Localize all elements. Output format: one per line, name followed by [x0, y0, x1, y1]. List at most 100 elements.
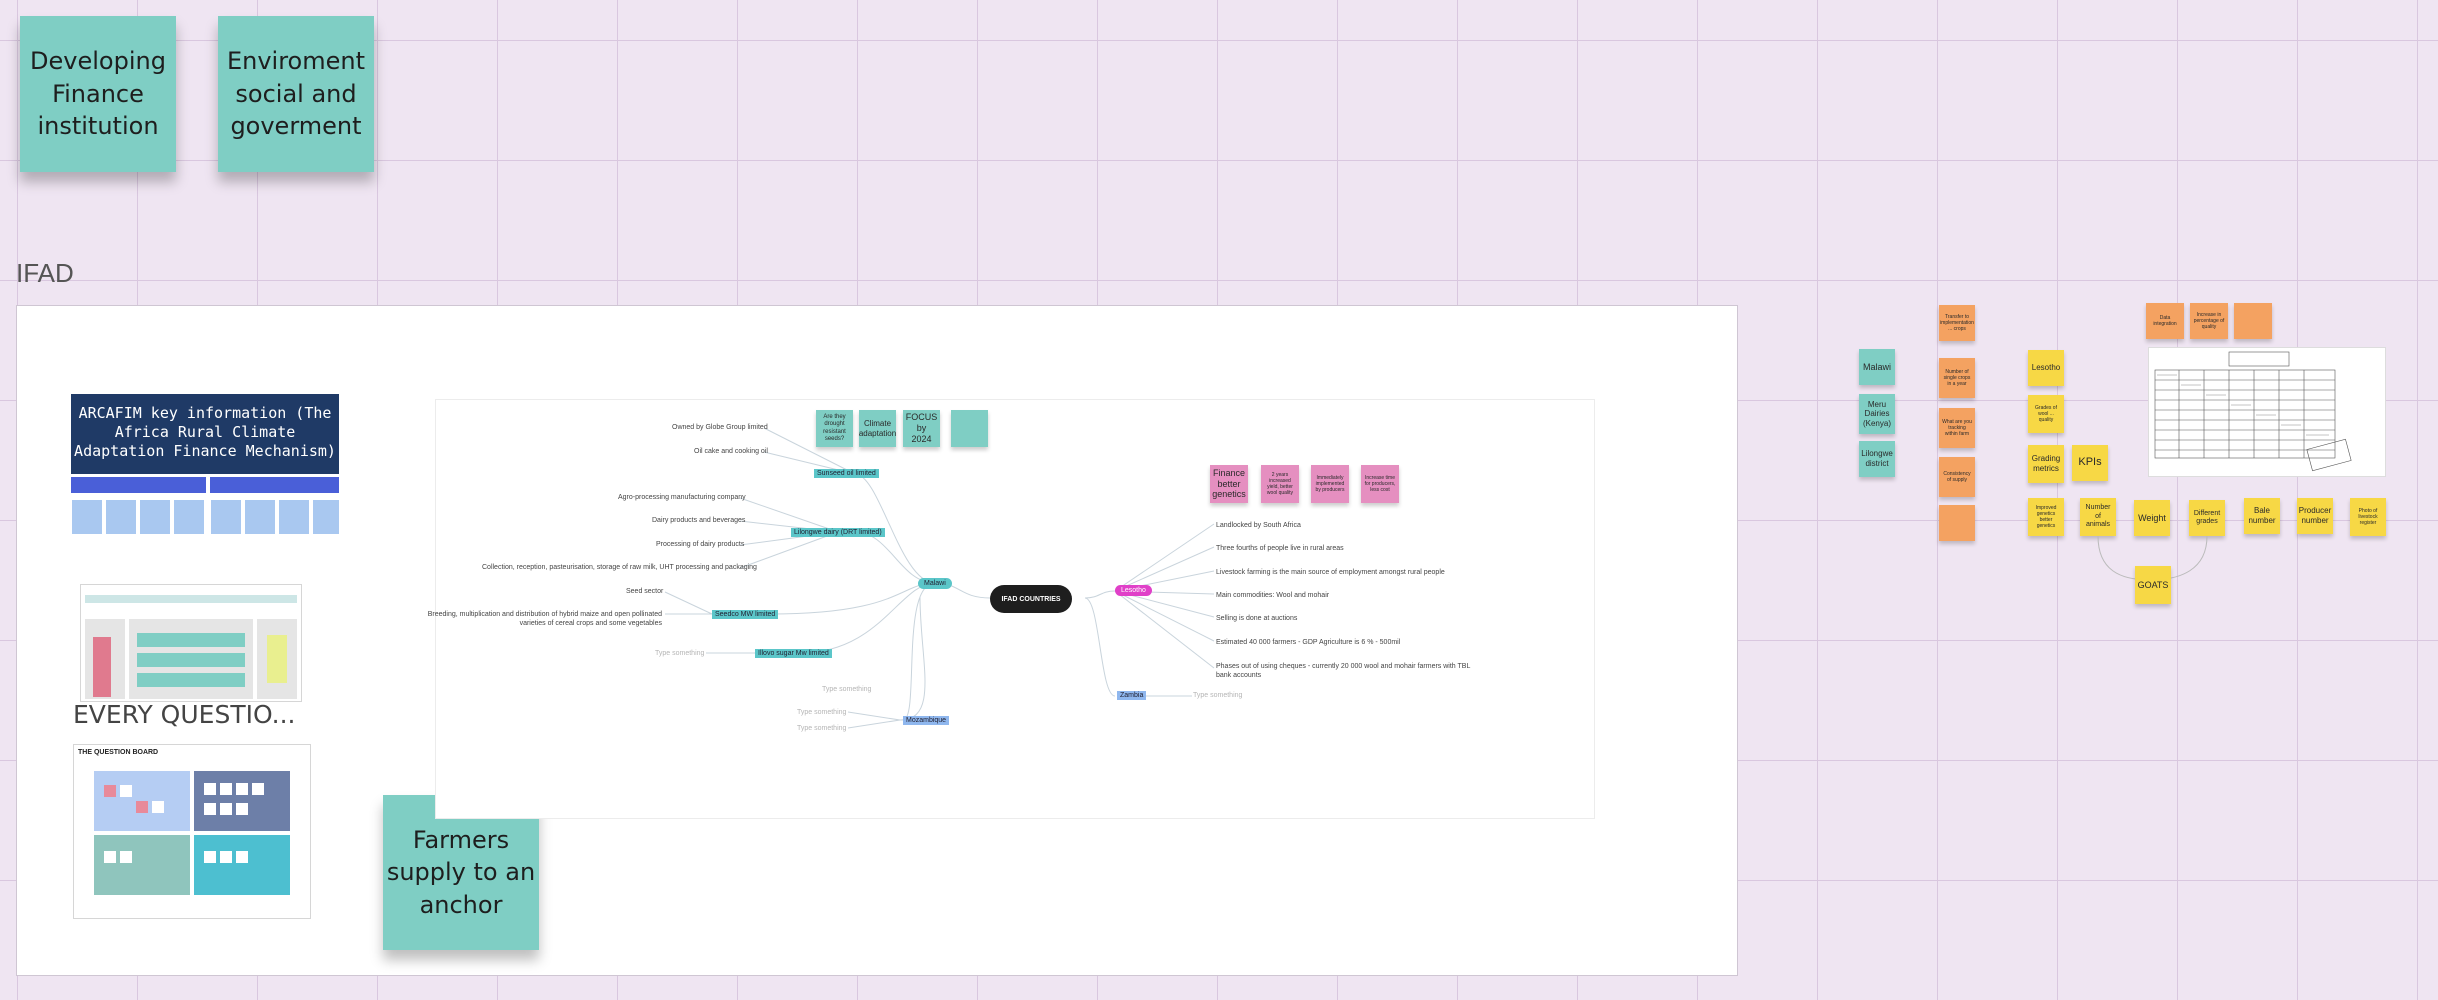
lesotho-leaf[interactable]: Livestock farming is the main source of … [1216, 569, 1445, 576]
note-yellow[interactable]: Grading metrics [2028, 445, 2064, 483]
branch-mozambique[interactable]: Mozambique [903, 716, 950, 725]
leaf-dairy[interactable]: Dairy products and beverages [652, 517, 745, 524]
leaf-agro[interactable]: Agro-processing manufacturing company [618, 494, 746, 501]
branch-lesotho[interactable]: Lesotho [1115, 585, 1152, 596]
note-teal-right[interactable]: Lilongwe district [1859, 441, 1895, 477]
qb-note [104, 851, 116, 863]
arcafim-box [140, 500, 170, 534]
sub-illovo[interactable]: Illovo sugar Mw limited [755, 649, 832, 658]
note-yellow[interactable]: Grades of wool ... quality [2028, 395, 2064, 433]
qb-note [104, 785, 116, 797]
note-pink[interactable]: Increase time for producers, less cost [1361, 465, 1399, 503]
qb-note [204, 783, 216, 795]
branch-malawi[interactable]: Malawi [918, 578, 952, 589]
arcafim-box [174, 500, 204, 534]
thumb-teal-card [137, 673, 245, 687]
placeholder-text[interactable]: Type something [822, 686, 871, 693]
sub-lilongwe[interactable]: Lilongwe dairy (DRT limited) [791, 528, 885, 537]
qb-note [204, 851, 216, 863]
qb-note [136, 801, 148, 813]
register-table-drawing [2154, 351, 2352, 472]
note-teal-right[interactable]: Malawi [1859, 349, 1895, 385]
sticky-developing-finance[interactable]: Developing Finance institution [20, 16, 176, 172]
note-orange[interactable]: What are you tracking within farm [1939, 408, 1975, 448]
scanned-register-image[interactable] [2148, 347, 2386, 477]
note-top-orange[interactable]: Increase in percentage of quality [2190, 303, 2228, 339]
qb-note [220, 783, 232, 795]
note-teal[interactable]: FOCUS by 2024 [903, 410, 940, 447]
note-kpi-row[interactable]: Improved genetics better genetics [2028, 498, 2064, 536]
qb-note [220, 803, 232, 815]
arcafim-box [313, 500, 339, 534]
arcafim-box [72, 500, 102, 534]
mindmap-center-text: IFAD COUNTRIES [1001, 595, 1061, 603]
note-kpi-row[interactable]: Different grades [2189, 500, 2225, 536]
arcafim-box [279, 500, 309, 534]
thumb-yellow-card [267, 635, 287, 683]
leaf-oilcake[interactable]: Oil cake and cooking oil [694, 448, 768, 455]
qb-quadrant-green [94, 835, 190, 895]
board-thumbnail[interactable] [80, 584, 302, 702]
thumb-header [85, 595, 297, 603]
qb-note [152, 801, 164, 813]
note-kpi-row[interactable]: Producer number [2297, 498, 2333, 534]
note-pink[interactable]: Immediately implemented by producers [1311, 465, 1349, 503]
note-kpi-row[interactable]: Number of animals [2080, 498, 2116, 536]
arcafim-card[interactable]: ARCAFIM key information (The Africa Rura… [71, 394, 339, 474]
note-teal-right[interactable]: Meru Dairies (Kenya) [1859, 394, 1895, 434]
arcafim-box [211, 500, 241, 534]
qb-quadrant-cyan [194, 835, 290, 895]
note-kpi-row[interactable]: Weight [2134, 500, 2170, 536]
note-orange[interactable] [1939, 505, 1975, 541]
note-orange[interactable]: Number of single crops in a year [1939, 358, 1975, 398]
frame-title[interactable]: IFAD [16, 258, 74, 289]
qb-note [236, 803, 248, 815]
note-teal[interactable]: Climate adaptation [859, 410, 896, 447]
branch-zambia[interactable]: Zambia [1117, 691, 1147, 700]
note-kpis[interactable]: KPIs [2072, 445, 2108, 481]
every-question-label[interactable]: EVERY QUESTIO... [73, 700, 295, 729]
qb-note [120, 785, 132, 797]
lesotho-leaf[interactable]: Main commodities: Wool and mohair [1216, 592, 1329, 599]
note-orange[interactable]: Transfer to implementation ... crops [1939, 305, 1975, 341]
note-top-orange[interactable] [2234, 303, 2272, 339]
note-teal[interactable] [951, 410, 988, 447]
thumb-teal-card [137, 653, 245, 667]
leaf-seed[interactable]: Seed sector [626, 588, 663, 595]
leaf-owned[interactable]: Owned by Globe Group limited [672, 424, 768, 431]
arcafim-box [245, 500, 275, 534]
note-top-orange[interactable]: Data integration [2146, 303, 2184, 339]
placeholder-text[interactable]: Type something [797, 725, 846, 732]
note-goats[interactable]: GOATS [2135, 566, 2171, 604]
note-teal[interactable]: Are they drought resistant seeds? [816, 410, 853, 447]
leaf-collection[interactable]: Collection, reception, pasteurisation, s… [482, 564, 757, 571]
arcafim-bar-left [71, 477, 206, 493]
qb-note [120, 851, 132, 863]
arcafim-title: ARCAFIM key information (The Africa Rura… [74, 404, 336, 460]
sub-seedco[interactable]: Seedco MW limited [712, 610, 779, 619]
note-yellow[interactable]: Lesotho [2028, 350, 2064, 386]
leaf-breeding[interactable]: Breeding, multiplication and distributio… [410, 610, 662, 628]
lesotho-leaf[interactable]: Three fourths of people live in rural ar… [1216, 545, 1344, 552]
lesotho-leaf[interactable]: Phases out of using cheques - currently … [1216, 662, 1476, 680]
sticky-enviroment[interactable]: Enviroment social and goverment [218, 16, 374, 172]
placeholder-text[interactable]: Type something [797, 709, 846, 716]
lesotho-leaf[interactable]: Selling is done at auctions [1216, 615, 1297, 622]
note-pink[interactable]: 2 years increased yield, better wool qua… [1261, 465, 1299, 503]
note-kpi-row[interactable]: Photo of livestock register [2350, 498, 2386, 536]
placeholder-text[interactable]: Type something [655, 650, 704, 657]
lesotho-leaf[interactable]: Landlocked by South Africa [1216, 522, 1301, 529]
note-pink[interactable]: Finance better genetics [1210, 465, 1248, 503]
question-board[interactable]: THE QUESTION BOARD [73, 744, 311, 919]
thumb-red-card [93, 637, 111, 697]
lesotho-leaf[interactable]: Estimated 40 000 farmers - GDP Agricultu… [1216, 639, 1400, 646]
mindmap-center-node[interactable]: IFAD COUNTRIES [990, 585, 1072, 613]
placeholder-text[interactable]: Type something [1193, 692, 1242, 699]
arcafim-box [106, 500, 136, 534]
note-kpi-row[interactable]: Bale number [2244, 498, 2280, 534]
qb-note [252, 783, 264, 795]
leaf-processing[interactable]: Processing of dairy products [656, 541, 744, 548]
note-orange[interactable]: Consistency of supply [1939, 457, 1975, 497]
qb-note [236, 783, 248, 795]
sub-sunseed[interactable]: Sunseed oil limited [814, 469, 879, 478]
